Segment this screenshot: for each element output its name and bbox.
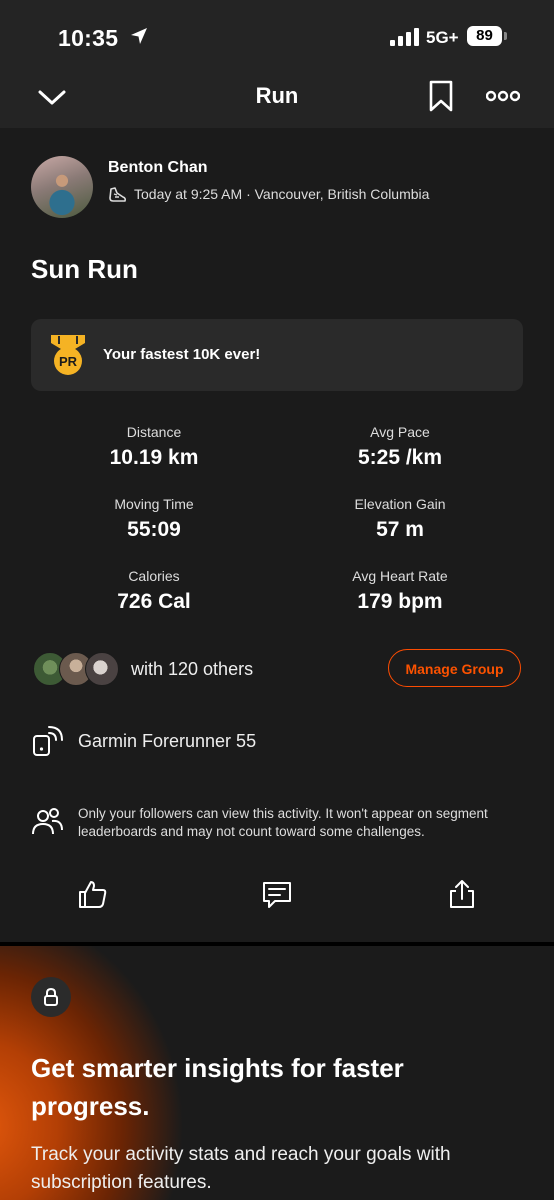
athlete-name[interactable]: Benton Chan (108, 159, 208, 177)
network-type: 5G+ (426, 28, 459, 47)
stat-avg-heart-rate: Avg Heart Rate 179 bpm (300, 568, 500, 614)
stat-label: Distance (126, 424, 182, 440)
avatar (85, 652, 119, 686)
page-title: Run (255, 83, 299, 108)
pr-medal-icon: PR (51, 335, 85, 375)
achievement-banner[interactable]: PR Your fastest 10K ever! (31, 319, 523, 391)
avatar[interactable] (31, 156, 93, 218)
activity-title: Sun Run (31, 254, 138, 284)
manage-group-button[interactable]: Manage Group (388, 649, 521, 687)
promo-text: Track your activity stats and reach your… (31, 1144, 451, 1193)
stat-value: 10.19 km (109, 446, 199, 469)
activity-meta: Today at 9:25 AM · Vancouver, British Co… (134, 186, 430, 202)
lock-icon (44, 987, 58, 1006)
followers-icon (32, 808, 63, 835)
stat-elevation-gain: Elevation Gain 57 m (300, 496, 500, 542)
like-icon[interactable] (77, 878, 109, 910)
stat-calories: Calories 726 Cal (54, 568, 254, 614)
comment-icon[interactable] (261, 878, 293, 910)
stat-label: Avg Pace (370, 424, 430, 440)
status-time: 10:35 (58, 25, 119, 51)
lock-badge (31, 977, 71, 1017)
group-text[interactable]: with 120 others (131, 659, 253, 680)
signal-icon (390, 28, 419, 46)
stat-label: Calories (128, 568, 180, 584)
stat-label: Moving Time (114, 496, 194, 512)
stat-value: 5:25 /km (357, 446, 443, 469)
device-name: Garmin Forerunner 55 (78, 731, 257, 751)
shoe-icon (109, 187, 127, 202)
achievement-text: Your fastest 10K ever! (103, 346, 261, 363)
battery-tip (504, 32, 507, 40)
stat-moving-time: Moving Time 55:09 (54, 496, 254, 542)
privacy-notice: Only your followers can view this activi… (78, 806, 488, 839)
battery-level: 89 (467, 26, 502, 46)
top-header: 10:35 5G+ 89 Run (0, 0, 554, 128)
stat-value: 179 bpm (357, 590, 443, 613)
stat-value: 55:09 (127, 518, 181, 541)
share-icon[interactable] (446, 878, 478, 910)
bookmark-icon[interactable] (428, 80, 454, 112)
status-bar: 10:35 5G+ 89 (0, 0, 554, 66)
stat-label: Avg Heart Rate (352, 568, 448, 584)
device-sync-icon (33, 726, 63, 756)
more-icon[interactable] (486, 86, 520, 106)
location-arrow-icon (131, 28, 147, 44)
promo-title: Get smarter insights for faster progress… (31, 1053, 404, 1121)
stat-value: 726 Cal (117, 590, 191, 613)
activity-card: Benton Chan Today at 9:25 AM · Vancouver… (0, 128, 554, 942)
stat-avg-pace: Avg Pace 5:25 /km (300, 424, 500, 470)
nav-bar: Run (0, 66, 554, 128)
stat-distance: Distance 10.19 km (54, 424, 254, 470)
group-avatars[interactable] (33, 652, 119, 686)
pr-badge-text: PR (59, 354, 78, 369)
subscription-promo[interactable]: Get smarter insights for faster progress… (0, 946, 554, 1200)
stat-value: 57 m (376, 518, 424, 541)
stat-label: Elevation Gain (354, 496, 446, 512)
